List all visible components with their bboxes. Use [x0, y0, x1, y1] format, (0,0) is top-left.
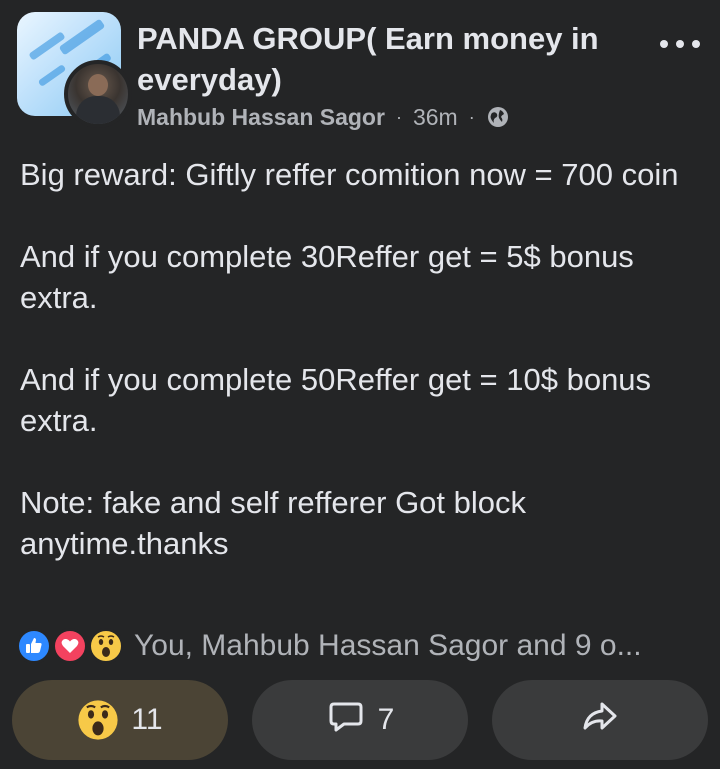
author-name[interactable]: Mahbub Hassan Sagor	[137, 104, 385, 131]
comment-icon	[326, 696, 366, 744]
post-time[interactable]: 36m	[413, 104, 458, 131]
react-count: 11	[131, 703, 163, 736]
reaction-summary-text[interactable]: You, Mahbub Hassan Sagor and 9 o...	[134, 629, 642, 663]
react-button[interactable]: 11	[12, 680, 228, 760]
group-name[interactable]: PANDA GROUP( Earn money in everyday)	[137, 18, 637, 100]
post-paragraph: And if you complete 30Reffer get = 5$ bo…	[20, 239, 634, 315]
love-icon	[52, 628, 88, 664]
wow-icon	[77, 699, 119, 741]
post-paragraph: And if you complete 50Reffer get = 10$ b…	[20, 362, 652, 438]
comment-button[interactable]: 7	[252, 680, 468, 760]
post-paragraph: Big reward: Giftly reffer comition now =…	[20, 157, 679, 192]
more-options-icon[interactable]	[660, 34, 700, 54]
share-icon	[580, 696, 620, 744]
meta-separator: ·	[395, 106, 402, 127]
wow-icon	[88, 628, 124, 664]
reaction-summary[interactable]: You, Mahbub Hassan Sagor and 9 o...	[16, 626, 642, 666]
post-header: PANDA GROUP( Earn money in everyday) Mah…	[0, 0, 720, 140]
post-meta: Mahbub Hassan Sagor · 36m ·	[137, 102, 510, 132]
like-icon	[16, 628, 52, 664]
meta-separator: ·	[468, 106, 475, 127]
comment-count: 7	[377, 703, 395, 736]
reaction-icons	[16, 626, 128, 666]
action-bar: 11 7	[12, 680, 712, 760]
post-body: Big reward: Giftly reffer comition now =…	[20, 154, 710, 564]
post-paragraph: Note: fake and self refferer Got block a…	[20, 485, 527, 561]
author-avatar[interactable]	[64, 60, 132, 128]
globe-icon[interactable]	[486, 105, 510, 129]
share-button[interactable]	[492, 680, 708, 760]
